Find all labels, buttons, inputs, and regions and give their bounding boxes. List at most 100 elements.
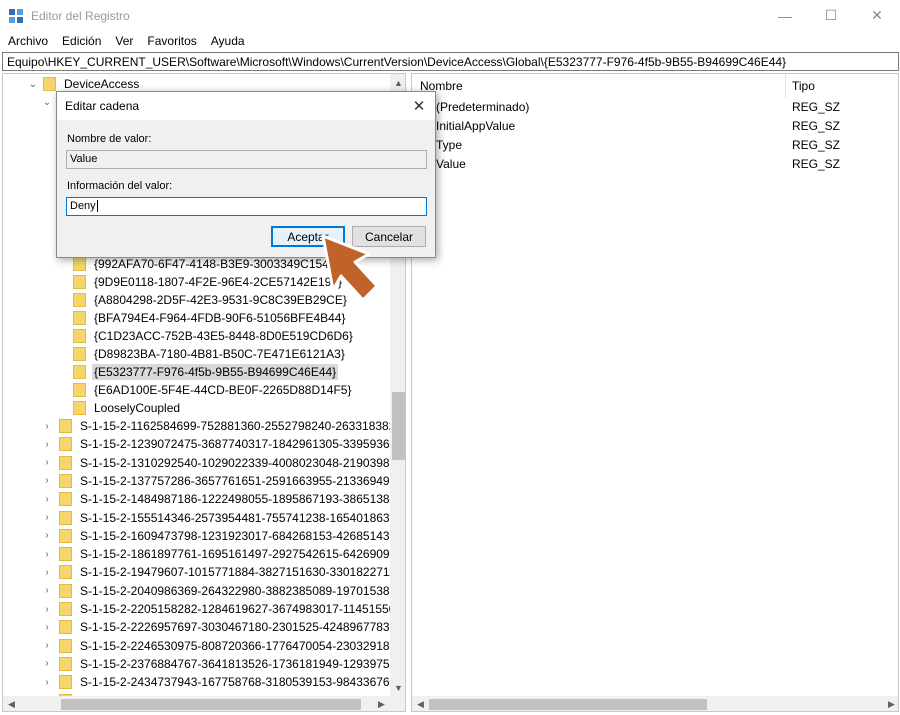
chevron-right-icon[interactable]: › (41, 563, 53, 581)
menu-edicion[interactable]: Edición (48, 34, 101, 48)
tree-item[interactable]: › S-1-15-2-1609473798-1231923017-68426815… (41, 527, 406, 545)
tree-item-label: S-1-15-2-137757286-3657761651-2591663955… (80, 473, 406, 488)
tree-item[interactable]: {D89823BA-7180-4B81-B50C-7E471E6121A3} (73, 345, 347, 363)
scroll-right-icon[interactable]: ▶ (883, 696, 898, 711)
folder-icon (59, 620, 72, 635)
folder-icon (73, 275, 86, 289)
tree-item[interactable]: {BFA794E4-F964-4FDB-90F6-51056BFE4B44} (73, 309, 347, 327)
tree-item-label: LooselyCoupled (94, 401, 181, 415)
tree-item[interactable]: › S-1-15-2-2226957697-3030467180-2301525-… (41, 618, 405, 636)
menu-archivo[interactable]: Archivo (0, 34, 48, 48)
tree-item[interactable]: › S-1-15-2-1310292540-1029022339-40080230… (41, 454, 405, 472)
text-cursor (96, 200, 98, 212)
folder-icon (59, 419, 72, 433)
menu-bar: Archivo Edición Ver Favoritos Ayuda (0, 31, 900, 51)
tree-item-global-expander[interactable]: ⌄ (41, 93, 53, 111)
tree-item-label: {992AFA70-6F47-4148-B3E9-3003349C1548} (94, 257, 340, 271)
chevron-right-icon[interactable]: › (41, 600, 53, 618)
chevron-right-icon[interactable]: › (41, 637, 53, 655)
pointer-arrow-icon (321, 234, 379, 302)
value-row[interactable]: Value REG_SZ (412, 155, 898, 174)
value-type: REG_SZ (792, 138, 841, 152)
value-name-label: Nombre de valor: (67, 133, 152, 145)
chevron-down-icon[interactable]: ⌄ (41, 93, 53, 111)
title-bar: Editor del Registro — ☐ ✕ (0, 0, 900, 31)
folder-icon (73, 293, 86, 307)
chevron-right-icon[interactable]: › (41, 655, 53, 673)
tree-item-label: S-1-15-2-1239072475-3687740317-184296130… (80, 437, 406, 452)
tree-item-label: {BFA794E4-F964-4FDB-90F6-51056BFE4B44} (94, 311, 346, 325)
chevron-right-icon[interactable]: › (41, 582, 53, 600)
tree-item[interactable]: › S-1-15-2-2246530975-808720366-177647005… (41, 637, 406, 655)
tree-item[interactable]: › S-1-15-2-155514346-2573954481-755741238… (41, 509, 405, 527)
chevron-right-icon[interactable]: › (41, 472, 53, 490)
folder-icon (73, 329, 86, 343)
tree-item[interactable]: › S-1-15-2-2205158282-1284619627-36749830… (41, 600, 405, 618)
scroll-down-icon[interactable]: ▼ (390, 679, 405, 696)
dialog-title-bar[interactable]: Editar cadena ✕ (57, 92, 435, 120)
scrollbar-thumb[interactable] (61, 699, 361, 710)
tree-item[interactable]: {E6AD100E-5F4E-44CD-BE0F-2265D88D14F5} (73, 381, 353, 399)
value-row[interactable]: (Predeterminado) REG_SZ (412, 98, 898, 117)
scrollbar-thumb[interactable] (429, 699, 707, 710)
chevron-right-icon[interactable]: › (41, 490, 53, 508)
menu-favoritos[interactable]: Favoritos (133, 34, 196, 48)
tree-item[interactable]: › S-1-15-2-2376884767-3641813526-17361819… (41, 655, 405, 673)
folder-icon (59, 656, 72, 671)
chevron-right-icon[interactable]: › (41, 454, 53, 472)
value-row[interactable]: InitialAppValue REG_SZ (412, 117, 898, 136)
tree-item[interactable]: › S-1-15-2-137757286-3657761651-259166395… (41, 472, 406, 490)
scrollbar-thumb[interactable] (392, 392, 405, 460)
scroll-left-icon[interactable]: ◀ (412, 696, 429, 711)
folder-icon (59, 583, 72, 598)
maximize-button[interactable]: ☐ (808, 0, 854, 31)
tree-item-label: S-1-15-2-1609473798-1231923017-684268153… (80, 528, 406, 543)
chevron-right-icon[interactable]: › (41, 618, 53, 636)
tree-item[interactable]: › S-1-15-2-1861897761-1695161497-29275426… (41, 545, 406, 563)
folder-icon (59, 510, 72, 525)
tree-item-label: {E6AD100E-5F4E-44CD-BE0F-2265D88D14F5} (94, 383, 352, 397)
close-icon[interactable]: ✕ (407, 95, 431, 117)
chevron-right-icon[interactable]: › (41, 673, 53, 691)
folder-icon (73, 311, 86, 325)
tree-item[interactable]: {E5323777-F976-4f5b-9B55-B94699C46E44} (73, 363, 339, 381)
tree-item[interactable]: › S-1-15-2-1484987186-1222498055-18958671… (41, 490, 405, 508)
tree-item[interactable]: › S-1-15-2-1239072475-3687740317-18429613… (41, 435, 406, 453)
menu-ver[interactable]: Ver (101, 34, 133, 48)
tree-item[interactable]: {9D9E0118-1807-4F2E-96E4-2CE57142E196} (73, 273, 344, 291)
folder-icon (43, 77, 56, 91)
tree-item[interactable]: › S-1-15-2-2434737943-167758768-318053915… (41, 673, 405, 691)
tree-item[interactable]: › S-1-15-2-19479607-1015771884-3827151630… (41, 563, 405, 581)
tree-item[interactable]: LooselyCoupled (73, 399, 182, 417)
tree-item[interactable]: {A8804298-2D5F-42E3-9531-9C8C39EB29CE} (73, 291, 349, 309)
chevron-right-icon[interactable]: › (41, 545, 53, 563)
tree-item-label: DeviceAccess (64, 77, 140, 91)
scroll-up-icon[interactable]: ▲ (390, 74, 405, 91)
column-header-type[interactable]: Tipo (792, 74, 815, 98)
tree-item-label: S-1-15-2-1861897761-1695161497-292754261… (80, 547, 406, 562)
tree-item[interactable]: › S-1-15-2-1162584699-752881360-255279824… (41, 417, 405, 435)
column-divider[interactable] (785, 74, 786, 98)
address-bar[interactable]: Equipo\HKEY_CURRENT_USER\Software\Micros… (2, 52, 899, 71)
tree-item-label: S-1-15-2-2246530975-808720366-1776470054… (80, 638, 406, 653)
scroll-left-icon[interactable]: ◀ (3, 696, 20, 711)
chevron-right-icon[interactable]: › (41, 509, 53, 527)
tree-item[interactable]: › S-1-15-2-2040986369-264322980-388238508… (41, 582, 405, 600)
value-type: REG_SZ (792, 119, 841, 133)
close-window-button[interactable]: ✕ (854, 0, 900, 31)
value-name: Value (436, 157, 466, 171)
chevron-right-icon[interactable]: › (41, 527, 53, 545)
chevron-right-icon[interactable]: › (41, 435, 53, 453)
scroll-right-icon[interactable]: ▶ (373, 696, 390, 711)
menu-ayuda[interactable]: Ayuda (197, 34, 245, 48)
chevron-down-icon[interactable]: ⌄ (27, 75, 39, 93)
tree-item[interactable]: {C1D23ACC-752B-43E5-8448-8D0E519CD6D6} (73, 327, 355, 345)
values-horizontal-scrollbar[interactable]: ◀ ▶ (412, 696, 898, 711)
value-data-field[interactable]: Deny (66, 197, 427, 216)
minimize-button[interactable]: — (762, 0, 808, 31)
tree-item-label: {E5323777-F976-4f5b-9B55-B94699C46E44} (92, 364, 339, 380)
tree-horizontal-scrollbar[interactable]: ◀ ▶ (3, 696, 390, 711)
value-row[interactable]: Type REG_SZ (412, 136, 898, 155)
chevron-right-icon[interactable]: › (41, 417, 53, 435)
values-list[interactable]: Nombre Tipo (Predeterminado) REG_SZ Initia… (411, 73, 899, 712)
